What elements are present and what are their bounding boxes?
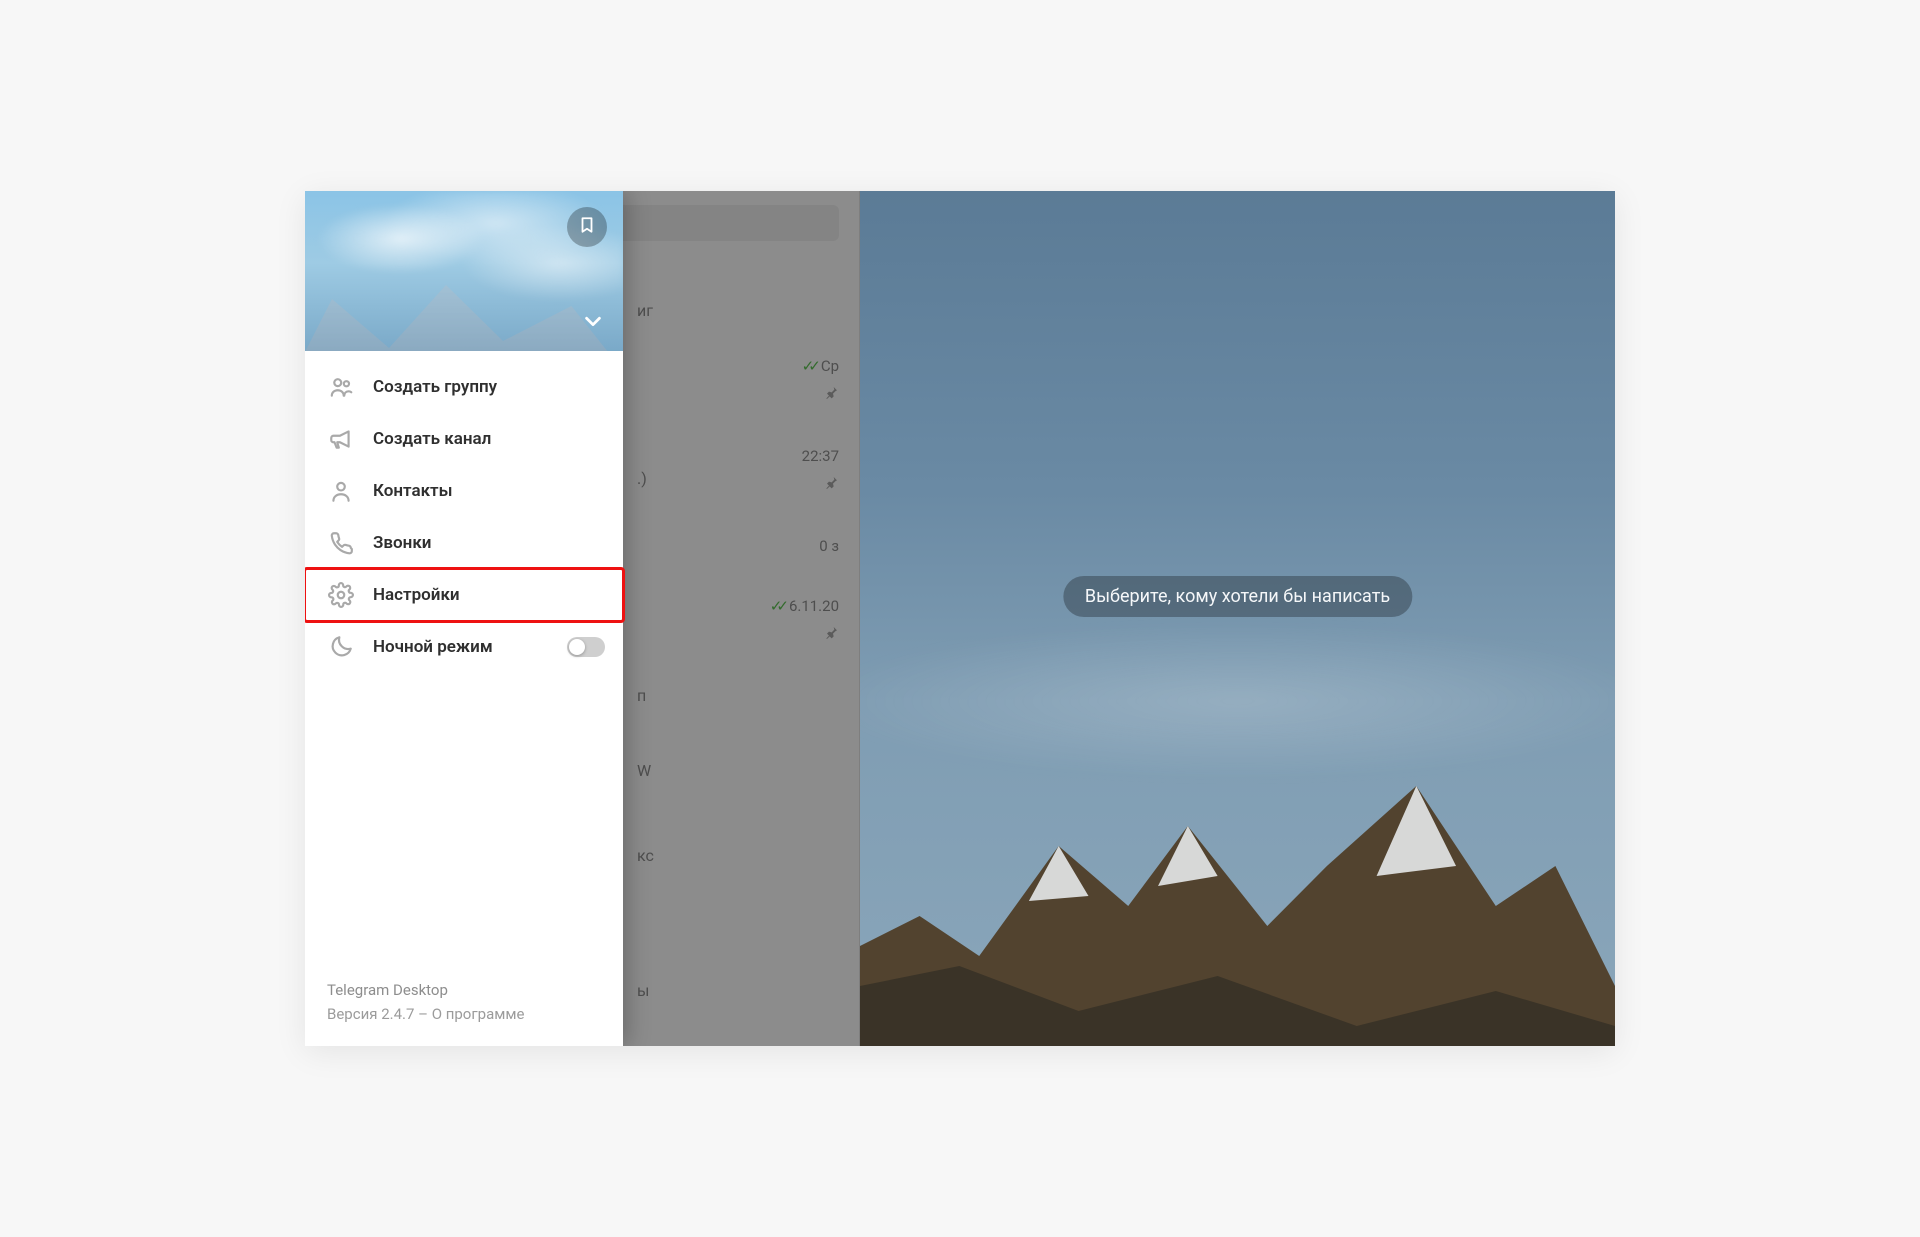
megaphone-icon bbox=[327, 425, 355, 453]
menu-item-label: Контакты bbox=[373, 481, 453, 501]
drawer-header bbox=[305, 191, 623, 351]
footer-sep: – bbox=[414, 1005, 431, 1023]
drawer-footer: Telegram Desktop Версия 2.4.7 – О програ… bbox=[305, 978, 623, 1046]
app-window: Выберите, кому хотели бы написать ✓✓Ср 2… bbox=[305, 191, 1615, 1046]
chevron-down-icon bbox=[582, 310, 604, 336]
app-name: Telegram Desktop bbox=[327, 978, 601, 1002]
moon-icon bbox=[327, 633, 355, 661]
menu-item-calls[interactable]: Звонки bbox=[305, 517, 623, 569]
saved-messages-button[interactable] bbox=[567, 207, 607, 247]
about-link[interactable]: О программе bbox=[432, 1005, 525, 1023]
menu-item-settings[interactable]: Настройки bbox=[305, 569, 623, 621]
menu-item-label: Ночной режим bbox=[373, 637, 493, 657]
person-icon bbox=[327, 477, 355, 505]
group-icon bbox=[327, 373, 355, 401]
drawer-menu: Создать группу Создать канал Контакты bbox=[305, 351, 623, 978]
menu-item-night-mode[interactable]: Ночной режим bbox=[305, 621, 623, 673]
phone-icon bbox=[327, 529, 355, 557]
menu-item-label: Создать группу bbox=[373, 377, 497, 397]
chat-empty-area: Выберите, кому хотели бы написать bbox=[860, 191, 1615, 1046]
gear-icon bbox=[327, 581, 355, 609]
toggle-knob bbox=[569, 639, 585, 655]
main-menu-drawer: Создать группу Создать канал Контакты bbox=[305, 191, 623, 1046]
menu-item-new-channel[interactable]: Создать канал bbox=[305, 413, 623, 465]
version-prefix: Версия bbox=[327, 1005, 381, 1023]
menu-item-label: Настройки bbox=[373, 585, 460, 605]
app-version-line: Версия 2.4.7 – О программе bbox=[327, 1002, 601, 1026]
empty-chat-hint: Выберите, кому хотели бы написать bbox=[1063, 576, 1412, 617]
menu-item-contacts[interactable]: Контакты bbox=[305, 465, 623, 517]
bookmark-icon bbox=[578, 216, 596, 238]
menu-item-new-group[interactable]: Создать группу bbox=[305, 361, 623, 413]
night-mode-toggle[interactable] bbox=[567, 637, 605, 657]
account-expand-button[interactable] bbox=[579, 309, 607, 337]
menu-item-label: Звонки bbox=[373, 533, 431, 553]
menu-item-label: Создать канал bbox=[373, 429, 491, 449]
version-number: 2.4.7 bbox=[381, 1005, 414, 1023]
